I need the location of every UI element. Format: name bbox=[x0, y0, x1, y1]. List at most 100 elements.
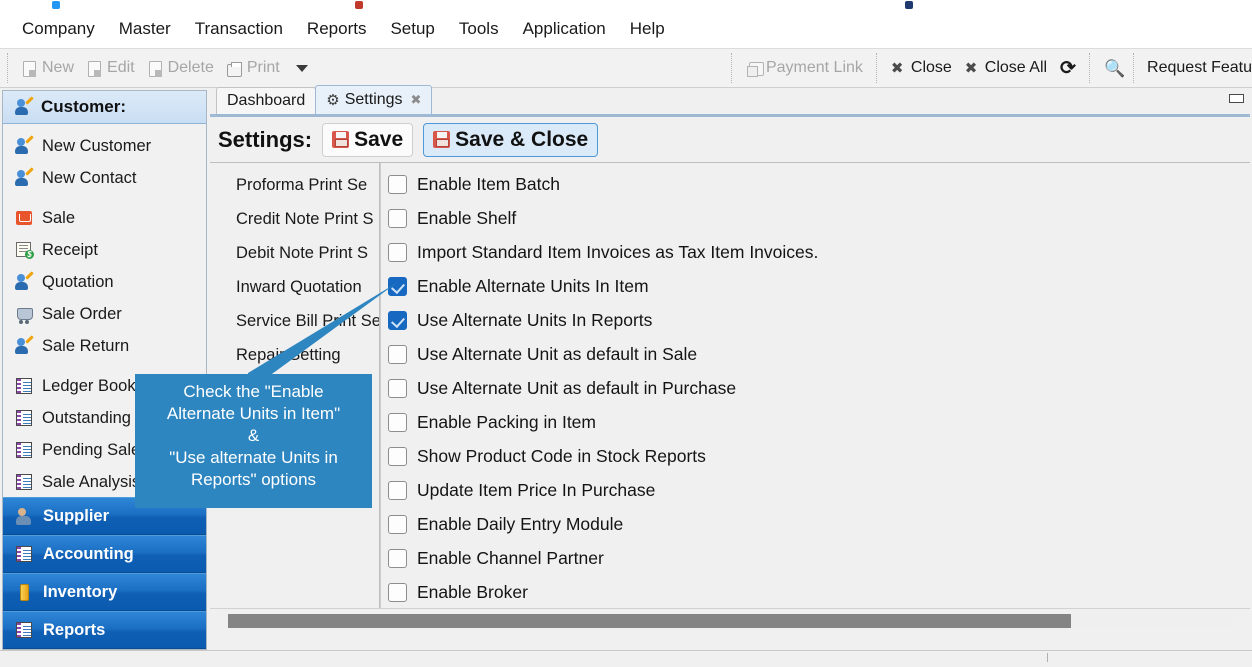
option-row[interactable]: Use Alternate Unit as default in Purchas… bbox=[388, 371, 1250, 405]
sidebar-item-sale-return[interactable]: Sale Return bbox=[3, 330, 206, 362]
sidebar-item-new-contact[interactable]: New Contact bbox=[3, 162, 206, 194]
sidebar-item-sale[interactable]: Sale bbox=[3, 202, 206, 234]
save-button[interactable]: Save bbox=[322, 122, 414, 157]
delete-button[interactable]: Delete bbox=[141, 56, 220, 80]
minimize-button[interactable] bbox=[1226, 92, 1246, 104]
menu-item-master[interactable]: Master bbox=[107, 15, 183, 43]
list-item[interactable]: Repair Setting bbox=[210, 339, 379, 373]
sidebar-item-new-customer[interactable]: New Customer bbox=[3, 130, 206, 162]
list-item[interactable]: Credit Note Print S bbox=[210, 203, 379, 237]
toolbar: New Edit Delete Print Payment Link ✖ Clo… bbox=[0, 49, 1252, 88]
refresh-icon: ⟳ bbox=[1060, 57, 1076, 79]
sidebar-header-customer[interactable]: Customer: bbox=[3, 91, 206, 124]
delete-button-label: Delete bbox=[167, 59, 214, 76]
sidebar-item-quotation[interactable]: Quotation bbox=[3, 266, 206, 298]
checkbox-alternate-unit-default-sale[interactable] bbox=[388, 344, 407, 364]
save-floppy-icon bbox=[332, 131, 350, 148]
horizontal-scrollbar[interactable] bbox=[210, 608, 1250, 632]
list-item[interactable]: Debit Note Print S bbox=[210, 237, 379, 271]
status-bar bbox=[0, 650, 1252, 667]
edit-button[interactable]: Edit bbox=[80, 56, 141, 80]
checkbox-enable-broker[interactable] bbox=[388, 582, 407, 602]
save-and-close-button-label: Save & Close bbox=[455, 127, 589, 151]
checkbox-enable-channel-partner[interactable] bbox=[388, 548, 407, 568]
option-row[interactable]: Show Product Code in Stock Reports bbox=[388, 439, 1250, 473]
option-row[interactable]: Import Standard Item Invoices as Tax Ite… bbox=[388, 235, 1250, 269]
checkbox-enable-shelf[interactable] bbox=[388, 208, 407, 228]
option-label: Enable Channel Partner bbox=[417, 547, 604, 568]
ledger-icon bbox=[15, 377, 34, 396]
scrollbar-track[interactable] bbox=[228, 613, 1232, 628]
option-row[interactable]: Enable Alternate Units In Item bbox=[388, 269, 1250, 303]
checkbox-alternate-unit-default-purchase[interactable] bbox=[388, 378, 407, 398]
callout-line-2: Alternate Units in Item" bbox=[166, 404, 341, 423]
checkbox-enable-packing-in-item[interactable] bbox=[388, 412, 407, 432]
checkbox-update-item-price-in-purchase[interactable] bbox=[388, 480, 407, 500]
tab-dashboard[interactable]: Dashboard bbox=[216, 87, 317, 114]
option-row[interactable]: Enable Channel Partner bbox=[388, 541, 1250, 575]
title-icon-red bbox=[355, 1, 363, 9]
refresh-button[interactable]: ⟳ bbox=[1053, 57, 1082, 80]
new-button-label: New bbox=[42, 59, 75, 76]
menu-item-application[interactable]: Application bbox=[511, 15, 618, 43]
sidebar-section-label: Supplier bbox=[43, 506, 110, 525]
sidebar-section-label: Reports bbox=[43, 620, 106, 639]
option-row[interactable]: Use Alternate Unit as default in Sale bbox=[388, 337, 1250, 371]
menu-item-setup[interactable]: Setup bbox=[378, 15, 446, 43]
sidebar-item-label: Receipt bbox=[42, 240, 98, 259]
option-row[interactable]: Enable Shelf bbox=[388, 201, 1250, 235]
checkbox-enable-alternate-units-in-item[interactable] bbox=[388, 276, 407, 296]
person-edit-icon bbox=[15, 95, 34, 117]
scrollbar-thumb[interactable] bbox=[228, 613, 1072, 628]
list-item[interactable]: Service Bill Print Se bbox=[210, 305, 379, 339]
close-icon[interactable]: ✖ bbox=[411, 92, 422, 108]
menu-item-transaction[interactable]: Transaction bbox=[183, 15, 295, 43]
chevron-down-icon[interactable] bbox=[295, 64, 308, 72]
option-row[interactable]: Enable Packing in Item bbox=[388, 405, 1250, 439]
tab-settings-label: Settings bbox=[344, 91, 403, 108]
payment-link-button[interactable]: Payment Link bbox=[739, 56, 869, 80]
annotation-callout: Check the "Enable Alternate Units in Ite… bbox=[135, 374, 372, 508]
new-button[interactable]: New bbox=[15, 56, 80, 80]
option-label: Enable Alternate Units In Item bbox=[417, 275, 649, 296]
checkbox-show-product-code-stock-reports[interactable] bbox=[388, 446, 407, 466]
list-item[interactable]: Inward Quotation bbox=[210, 271, 379, 305]
tab-settings[interactable]: ⚙ Settings ✖ bbox=[315, 85, 433, 114]
menu-item-company[interactable]: Company bbox=[10, 15, 107, 43]
close-button[interactable]: ✖ Close bbox=[884, 56, 958, 80]
request-feature-button[interactable]: Request Featu bbox=[1141, 56, 1252, 80]
option-row[interactable]: Update Item Price In Purchase bbox=[388, 473, 1250, 507]
callout-line-5: Reports" options bbox=[190, 470, 317, 489]
print-button-label: Print bbox=[246, 59, 280, 76]
close-icon: ✖ bbox=[890, 59, 904, 77]
sidebar-item-sale-order[interactable]: Sale Order bbox=[3, 298, 206, 330]
checkbox-enable-daily-entry-module[interactable] bbox=[388, 514, 407, 534]
option-row[interactable]: Use Alternate Units In Reports bbox=[388, 303, 1250, 337]
sidebar-section-inventory[interactable]: Inventory bbox=[3, 573, 206, 611]
list-item[interactable]: Proforma Print Se bbox=[210, 169, 379, 203]
box-icon bbox=[15, 583, 34, 602]
sidebar-item-label: Sale Return bbox=[42, 336, 130, 355]
close-all-button[interactable]: ✖ Close All bbox=[958, 56, 1053, 80]
search-button[interactable]: 🔍 bbox=[1097, 57, 1126, 80]
checkbox-import-standard-item-invoices[interactable] bbox=[388, 242, 407, 262]
menu-item-reports[interactable]: Reports bbox=[295, 15, 379, 43]
toolbar-divider-5 bbox=[1133, 53, 1135, 83]
menu-item-help[interactable]: Help bbox=[618, 15, 677, 43]
sidebar-header-label: Customer: bbox=[41, 97, 127, 116]
option-label: Show Product Code in Stock Reports bbox=[417, 445, 706, 466]
sidebar-item-receipt[interactable]: $ Receipt bbox=[3, 234, 206, 266]
checkbox-use-alternate-units-in-reports[interactable] bbox=[388, 310, 407, 330]
sidebar-section-reports[interactable]: Reports bbox=[3, 611, 206, 649]
save-and-close-button[interactable]: Save & Close bbox=[423, 122, 599, 157]
print-button[interactable]: Print bbox=[220, 56, 286, 80]
sidebar-section-accounting[interactable]: Accounting bbox=[3, 535, 206, 573]
option-row[interactable]: Enable Item Batch bbox=[388, 167, 1250, 201]
option-row[interactable]: Enable Broker bbox=[388, 575, 1250, 609]
ledger-icon bbox=[15, 473, 34, 492]
checkbox-enable-item-batch[interactable] bbox=[388, 174, 407, 194]
option-row[interactable]: Enable Daily Entry Module bbox=[388, 507, 1250, 541]
menu-item-tools[interactable]: Tools bbox=[447, 15, 511, 43]
